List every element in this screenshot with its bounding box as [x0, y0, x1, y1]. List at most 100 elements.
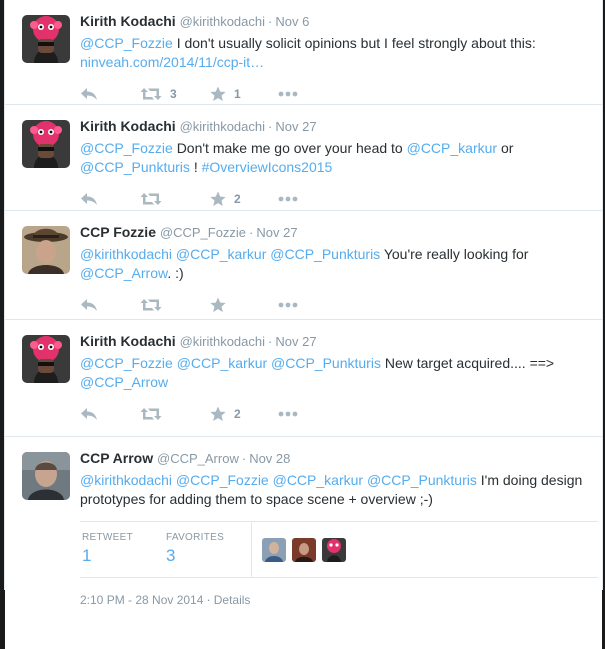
favorite-star-icon [210, 406, 226, 422]
favorite-button[interactable] [210, 297, 278, 313]
favorite-button[interactable]: 1 [210, 86, 278, 102]
reply-button[interactable] [80, 192, 140, 206]
text-segment: I don't usually solicit opinions but I f… [176, 35, 536, 51]
retweet-stat-count: 1 [82, 546, 92, 565]
mention-link[interactable]: @CCP_karkur [407, 140, 497, 156]
author-handle[interactable]: @CCP_Fozzie [160, 225, 246, 240]
tweet[interactable]: CCP Fozzie @CCP_Fozzie · Nov 27 @kirithkod… [5, 211, 602, 320]
favorites-stat[interactable]: FAVORITES 3 [164, 522, 252, 577]
mention-link[interactable]: @CCP_karkur [176, 246, 266, 262]
mention-link[interactable]: @CCP_karkur [273, 472, 363, 488]
reply-button[interactable] [80, 87, 140, 101]
author-handle[interactable]: @kirithkodachi [180, 14, 265, 29]
tweet-text: @CCP_Fozzie Don't make me go over your h… [80, 139, 590, 177]
mention-link[interactable]: @kirithkodachi [80, 472, 172, 488]
avatar[interactable] [22, 226, 70, 274]
tweet-text: @CCP_Fozzie I don't usually solicit opin… [80, 34, 590, 72]
mention-link[interactable]: @CCP_Fozzie [80, 355, 173, 371]
mention-link[interactable]: @CCP_Punkturis [80, 159, 190, 175]
more-button[interactable] [278, 196, 318, 202]
tweet-actions: 2 [80, 190, 590, 208]
more-dots-icon [278, 302, 298, 308]
mention-link[interactable]: @CCP_Fozzie [80, 35, 173, 51]
author-handle[interactable]: @kirithkodachi [180, 119, 265, 134]
details-link[interactable]: Details [214, 593, 251, 607]
retweet-button[interactable] [140, 298, 210, 312]
tweet-time[interactable]: Nov 27 [275, 334, 316, 349]
author-handle[interactable]: @CCP_Arrow [157, 451, 239, 466]
author-name[interactable]: Kirith Kodachi [80, 333, 176, 349]
mention-link[interactable]: @CCP_Arrow [80, 265, 167, 281]
tweet-footer: 2:10 PM - 28 Nov 2014 · Details [80, 592, 590, 607]
mention-link[interactable]: @CCP_Punkturis [270, 246, 380, 262]
text-segment: ! [193, 159, 198, 175]
favorite-star-icon [210, 191, 226, 207]
mention-link[interactable]: @CCP_Fozzie [176, 472, 269, 488]
avatar[interactable] [22, 120, 70, 168]
tweet-stats: RETWEET 1 FAVORITES 3 [80, 521, 598, 578]
tweet-time[interactable]: Nov 27 [275, 119, 316, 134]
author-name[interactable]: CCP Fozzie [80, 224, 156, 240]
favoriter-avatar[interactable] [322, 537, 346, 562]
reply-icon [80, 87, 98, 101]
tweet[interactable]: Kirith Kodachi @kirithkodachi · Nov 6 @CCP… [5, 0, 602, 105]
author-name[interactable]: CCP Arrow [80, 450, 153, 466]
tweet-expanded[interactable]: CCP Arrow @CCP_Arrow · Nov 28 @kirithkodac… [5, 437, 602, 649]
more-button[interactable] [278, 411, 318, 417]
separator-dot: · [268, 119, 273, 134]
url-link[interactable]: ninveah.com/2014/11/ccp-it… [80, 54, 264, 70]
retweet-icon [140, 407, 162, 421]
tweet-time[interactable]: Nov 27 [256, 225, 297, 240]
favorite-button[interactable]: 2 [210, 406, 278, 422]
mention-link[interactable]: @kirithkodachi [80, 246, 172, 262]
mention-link[interactable]: @CCP_Arrow [80, 374, 168, 390]
favorite-count: 2 [234, 192, 241, 206]
avatar[interactable] [22, 335, 70, 383]
retweet-button[interactable] [140, 407, 210, 421]
avatar[interactable] [22, 15, 70, 63]
more-button[interactable] [278, 91, 318, 97]
mention-link[interactable]: @CCP_Punkturis [271, 355, 381, 371]
reply-button[interactable] [80, 298, 140, 312]
text-segment: or [500, 140, 514, 156]
retweet-count: 3 [170, 87, 177, 101]
favorite-star-icon [210, 86, 226, 102]
author-handle[interactable]: @kirithkodachi [180, 334, 265, 349]
hashtag-link[interactable]: #OverviewIcons2015 [202, 159, 333, 175]
mention-link[interactable]: @CCP_Punkturis [367, 472, 477, 488]
author-name[interactable]: Kirith Kodachi [80, 118, 176, 134]
text-segment: . :) [167, 265, 184, 281]
favoriter-avatar[interactable] [292, 537, 316, 562]
retweet-stat[interactable]: RETWEET 1 [80, 522, 164, 577]
tweet-time[interactable]: Nov 6 [275, 14, 309, 29]
favoriter-avatars [252, 522, 352, 577]
more-button[interactable] [278, 302, 318, 308]
avatar[interactable] [22, 452, 70, 500]
text-segment: You're really looking for [383, 246, 529, 262]
more-dots-icon [278, 91, 298, 97]
mention-link[interactable]: @CCP_karkur [177, 355, 267, 371]
tweet[interactable]: Kirith Kodachi @kirithkodachi · Nov 27 @CC… [5, 105, 602, 211]
favorite-button[interactable]: 2 [210, 191, 278, 207]
more-dots-icon [278, 411, 298, 417]
tweet-timestamp[interactable]: 2:10 PM - 28 Nov 2014 [80, 593, 203, 607]
retweet-icon [140, 192, 162, 206]
separator-dot: · [268, 334, 273, 349]
tweet-time[interactable]: Nov 28 [249, 451, 290, 466]
separator-dot: · [206, 592, 211, 607]
tweet[interactable]: Kirith Kodachi @kirithkodachi · Nov 27 @CC… [5, 320, 602, 437]
separator-dot: · [268, 14, 273, 29]
separator-dot: · [241, 451, 247, 466]
author-name[interactable]: Kirith Kodachi [80, 13, 176, 29]
reply-button[interactable] [80, 407, 140, 421]
tweet-actions: 2 [80, 405, 590, 423]
text-segment: New target acquired.... ==> [384, 355, 555, 371]
favorites-stat-count: 3 [166, 546, 176, 565]
text-segment: Don't make me go over your head to [176, 140, 403, 156]
retweet-button[interactable]: 3 [140, 87, 210, 101]
favoriter-avatar[interactable] [262, 537, 286, 562]
retweet-button[interactable] [140, 192, 210, 206]
mention-link[interactable]: @CCP_Fozzie [80, 140, 173, 156]
tweet-stream: Kirith Kodachi @kirithkodachi · Nov 6 @CCP… [4, 0, 603, 649]
favorites-stat-label: FAVORITES [166, 532, 225, 543]
